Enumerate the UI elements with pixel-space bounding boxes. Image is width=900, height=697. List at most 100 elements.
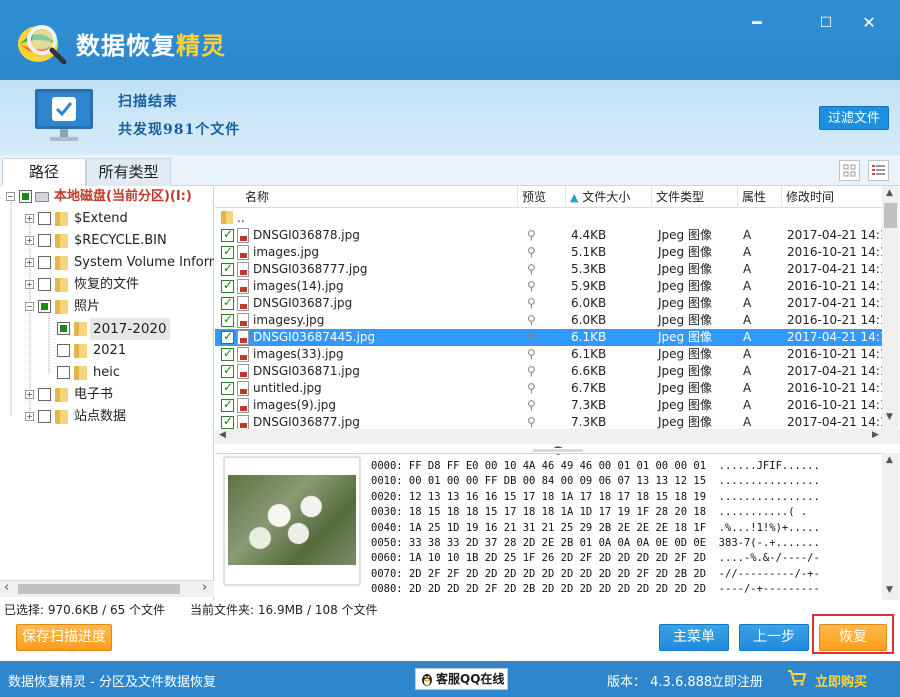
scroll-up-arrow[interactable]: ▲: [886, 455, 893, 465]
tree-checkbox[interactable]: [38, 212, 51, 225]
preview-magnifier-icon[interactable]: ⚲: [527, 244, 536, 261]
file-checkbox[interactable]: [221, 294, 234, 311]
file-list-horizontal-scrollbar[interactable]: ◀ ▶: [215, 429, 900, 444]
scroll-left-arrow[interactable]: ‹: [4, 580, 9, 595]
scrollbar-thumb[interactable]: [18, 584, 180, 594]
tree-checkbox[interactable]: [38, 256, 51, 269]
filter-files-button[interactable]: 过滤文件: [819, 106, 889, 130]
file-row[interactable]: DNSGI03687445.jpg ⚲ 6.1KB Jpeg 图像 A 2017-04-2…: [215, 328, 888, 346]
file-checkbox[interactable]: [221, 328, 234, 345]
tree-item-ebooks[interactable]: + 电子书: [0, 384, 214, 406]
file-row[interactable]: DNSGI036871.jpg ⚲ 6.6KB Jpeg 图像 A 2017-04-21 …: [215, 362, 888, 380]
preview-magnifier-icon[interactable]: ⚲: [527, 261, 536, 278]
tree-checkbox[interactable]: [57, 322, 70, 335]
tree-item-recovered-files[interactable]: + 恢复的文件: [0, 274, 214, 296]
list-view-button[interactable]: [868, 160, 889, 181]
file-checkbox[interactable]: [221, 362, 234, 379]
panel-splitter-handle[interactable]: [533, 444, 583, 455]
parent-folder-row[interactable]: ..: [215, 210, 882, 227]
footer-register-link[interactable]: 立即注册: [711, 671, 763, 690]
file-row[interactable]: images.jpg ⚲ 5.1KB Jpeg 图像 A 2016-10-21 14:1: [215, 243, 888, 261]
expand-toggle[interactable]: +: [25, 214, 34, 223]
scroll-right-arrow[interactable]: ▶: [872, 430, 879, 440]
column-preview[interactable]: 预览: [517, 186, 565, 208]
tree-item-2021[interactable]: 2021: [0, 340, 214, 362]
tree-item-recycle-bin[interactable]: + $RECYCLE.BIN: [0, 230, 214, 252]
column-size[interactable]: ▲ 文件大小: [565, 186, 651, 208]
expand-toggle[interactable]: +: [25, 280, 34, 289]
tree-item-2017-2020[interactable]: 2017-2020: [0, 318, 214, 340]
tree-checkbox[interactable]: [38, 234, 51, 247]
file-checkbox[interactable]: [221, 414, 234, 429]
thumbnail-view-button[interactable]: [839, 160, 860, 181]
file-row[interactable]: DNSGI0368777.jpg ⚲ 5.3KB Jpeg 图像 A 2017-04-21…: [215, 260, 888, 278]
main-menu-button[interactable]: 主菜单: [659, 624, 729, 651]
tree-checkbox[interactable]: [38, 388, 51, 401]
previous-step-button[interactable]: 上一步: [739, 624, 809, 651]
scroll-up-arrow[interactable]: ▲: [886, 188, 893, 198]
preview-magnifier-icon[interactable]: ⚲: [527, 278, 536, 295]
close-button[interactable]: ✕: [858, 12, 880, 34]
preview-magnifier-icon[interactable]: ⚲: [527, 414, 536, 429]
tree-item-site-data[interactable]: + 站点数据: [0, 406, 214, 428]
tree-checkbox[interactable]: [38, 278, 51, 291]
file-row[interactable]: untitled.jpg ⚲ 6.7KB Jpeg 图像 A 2016-10-21 14:…: [215, 379, 888, 397]
hex-vertical-scrollbar[interactable]: ▲ ▼: [882, 453, 899, 600]
column-type[interactable]: 文件类型: [651, 186, 737, 208]
tree-item-heic[interactable]: heic: [0, 362, 214, 384]
tree-item-extend[interactable]: + $Extend: [0, 208, 214, 230]
tree-checkbox[interactable]: [57, 344, 70, 357]
file-checkbox[interactable]: [221, 379, 234, 396]
tree-checkbox[interactable]: [19, 190, 32, 203]
column-attributes[interactable]: 属性: [737, 186, 781, 208]
minimize-button[interactable]: ━: [746, 12, 768, 34]
buy-now-link[interactable]: 立即购买: [815, 671, 867, 690]
preview-magnifier-icon[interactable]: ⚲: [527, 363, 536, 380]
file-row[interactable]: images(14).jpg ⚲ 5.9KB Jpeg 图像 A 2016-10-21 1…: [215, 277, 888, 295]
tree-item-photos[interactable]: − 照片: [0, 296, 214, 318]
expand-toggle[interactable]: +: [25, 258, 34, 267]
tab-all-types[interactable]: 所有类型: [86, 158, 171, 186]
expand-toggle[interactable]: +: [25, 412, 34, 421]
file-checkbox[interactable]: [221, 396, 234, 413]
tree-item-system-volume[interactable]: + System Volume Inform: [0, 252, 214, 274]
expand-toggle[interactable]: +: [25, 390, 34, 399]
scroll-down-arrow[interactable]: ▼: [886, 585, 893, 595]
save-scan-progress-button[interactable]: 保存扫描进度: [16, 624, 112, 651]
preview-magnifier-icon[interactable]: ⚲: [527, 312, 536, 329]
tab-path[interactable]: 路径: [2, 158, 86, 187]
qq-service-button[interactable]: 客服QQ在线: [415, 668, 508, 690]
collapse-toggle[interactable]: −: [6, 192, 15, 201]
file-row[interactable]: imagesy.jpg ⚲ 6.0KB Jpeg 图像 A 2016-10-21 14:1: [215, 311, 888, 329]
preview-magnifier-icon[interactable]: ⚲: [527, 329, 536, 346]
tree-checkbox[interactable]: [38, 300, 51, 313]
tree-checkbox[interactable]: [57, 366, 70, 379]
file-checkbox[interactable]: [221, 277, 234, 294]
collapse-toggle[interactable]: −: [25, 302, 34, 311]
file-row[interactable]: images(33).jpg ⚲ 6.1KB Jpeg 图像 A 2016-10-21 1…: [215, 345, 888, 363]
tree-horizontal-scrollbar[interactable]: ‹ ›: [0, 580, 214, 597]
file-checkbox[interactable]: [221, 311, 234, 328]
preview-magnifier-icon[interactable]: ⚲: [527, 397, 536, 414]
file-checkbox[interactable]: [221, 345, 234, 362]
scrollbar-thumb[interactable]: [884, 203, 897, 228]
scroll-right-arrow[interactable]: ›: [202, 580, 207, 595]
column-modified-time[interactable]: 修改时间: [781, 186, 882, 208]
file-row[interactable]: DNSGI03687.jpg ⚲ 6.0KB Jpeg 图像 A 2017-04-21 1…: [215, 294, 888, 312]
file-checkbox[interactable]: [221, 243, 234, 260]
file-row[interactable]: DNSGI036877.jpg ⚲ 7.3KB Jpeg 图像 A 2017-04-21 …: [215, 414, 882, 429]
file-checkbox[interactable]: [221, 260, 234, 277]
scroll-down-arrow[interactable]: ▼: [886, 412, 893, 422]
file-checkbox[interactable]: [221, 226, 234, 243]
file-row[interactable]: DNSGI036878.jpg ⚲ 4.4KB Jpeg 图像 A 2017-04-21 …: [215, 226, 888, 244]
tree-item-local-disk[interactable]: − 本地磁盘(当前分区)(I:): [0, 186, 214, 208]
file-row[interactable]: images(9).jpg ⚲ 7.3KB Jpeg 图像 A 2016-10-21 14…: [215, 396, 888, 414]
preview-magnifier-icon[interactable]: ⚲: [527, 346, 536, 363]
column-name[interactable]: 名称: [241, 186, 529, 208]
preview-magnifier-icon[interactable]: ⚲: [527, 227, 536, 244]
scroll-left-arrow[interactable]: ◀: [219, 430, 226, 440]
preview-magnifier-icon[interactable]: ⚲: [527, 380, 536, 397]
tree-checkbox[interactable]: [38, 410, 51, 423]
expand-toggle[interactable]: +: [25, 236, 34, 245]
maximize-button[interactable]: ☐: [815, 12, 837, 34]
